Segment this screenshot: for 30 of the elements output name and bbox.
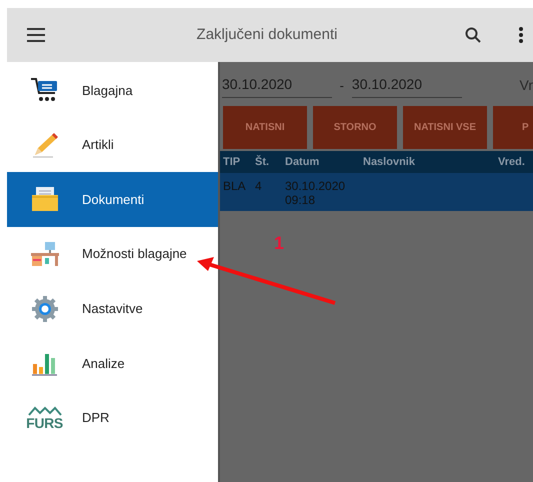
column-header: Naslovnik — [363, 154, 416, 170]
cart-icon — [30, 77, 60, 104]
date-from-field[interactable]: 30.10.2020 — [222, 74, 332, 98]
date-to-field[interactable]: 30.10.2020 — [352, 74, 462, 98]
more-icon[interactable] — [519, 27, 523, 43]
drawer-item-label: Analize — [82, 354, 125, 373]
column-header: Vred. — [498, 154, 525, 170]
drawer-item-label: DPR — [82, 409, 110, 428]
drawer-item-label: Dokumenti — [82, 190, 144, 209]
drawer-item-label: Blagajna — [82, 82, 133, 100]
screen-title: Zaključeni dokumenti — [196, 24, 338, 45]
column-header: TIP — [223, 154, 242, 170]
drawer-item[interactable]: Dokumenti — [7, 172, 218, 227]
column-label: Vr — [520, 76, 533, 95]
folder-icon — [30, 185, 60, 214]
column-header: Št. — [255, 154, 270, 170]
table-cell-text: BLA — [223, 179, 247, 195]
annotation-number: 1 — [274, 232, 284, 255]
furs-logo: FURS — [26, 406, 63, 430]
desk-icon — [28, 240, 60, 268]
table-cell-text: 30.10.2020 09:18 — [285, 179, 346, 209]
drawer-item-label: Nastavitve — [82, 300, 143, 318]
gear-icon — [30, 294, 58, 323]
date-separator: - — [340, 76, 344, 94]
drawer-item-label: Artikli — [82, 136, 114, 154]
table-cell-text: 4 — [255, 179, 263, 195]
menu-icon[interactable] — [27, 28, 45, 42]
column-header: Datum — [285, 154, 320, 170]
search-icon[interactable] — [465, 27, 481, 43]
drawer-item-label: Možnosti blagajne — [82, 245, 187, 264]
